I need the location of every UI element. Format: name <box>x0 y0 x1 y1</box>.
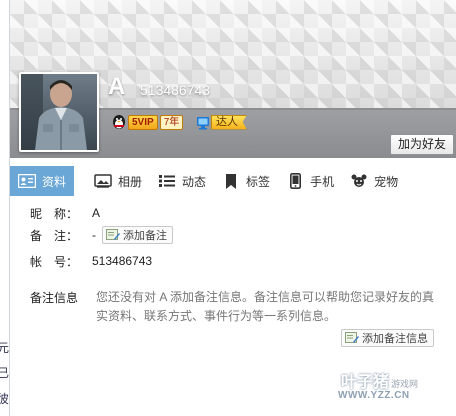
tab-feed[interactable]: 动态 <box>150 166 214 196</box>
bookmark-tag-icon <box>222 173 240 189</box>
tab-spacer <box>74 166 86 196</box>
profile-nickname: A <box>108 73 126 100</box>
tab-label: 宠物 <box>374 174 399 189</box>
vip-badge[interactable]: 5VIP 7年 <box>112 113 184 131</box>
vip-level-label: 5VIP <box>128 114 158 130</box>
remark-info-title: 备注信息 <box>30 291 79 305</box>
account-label: 帐 号： <box>30 254 79 269</box>
qq-penguin-icon <box>112 114 126 130</box>
tab-photo-album[interactable]: 相册 <box>86 166 150 196</box>
vip-years: 7年 <box>159 114 184 130</box>
watermark-brand: 叶子猪 <box>341 374 390 391</box>
remark-row: 备 注： - 添加备注 <box>30 224 173 246</box>
daren-label: 达人 <box>211 114 247 130</box>
nickname-value: A <box>92 206 101 220</box>
avatar[interactable] <box>19 72 99 152</box>
profile-tabs: 资料 相册 动态 标签 手机 宠物 <box>10 166 456 196</box>
watermark-sub: 游戏网 <box>391 379 419 389</box>
tab-label: 标签 <box>246 174 271 189</box>
feed-list-icon <box>158 173 176 189</box>
edit-note-icon <box>345 332 359 344</box>
nickname-label: 昵 称： <box>30 206 79 221</box>
watermark-url: WWW.YZZ.CN <box>338 390 410 401</box>
remark-info-section: 备注信息 您还没有对 A 添加备注信息。备注信息可以帮助您记录好友的真实资料、联… <box>30 288 450 326</box>
account-row: 帐 号： 513486743 <box>30 250 152 272</box>
site-watermark: 叶子猪 游戏网 <box>341 368 418 392</box>
daren-badge[interactable]: 达人 <box>196 113 247 131</box>
tab-tags[interactable]: 标签 <box>214 166 278 196</box>
tab-label: 资料 <box>42 174 67 189</box>
profile-qq-number: 513486743 <box>140 82 211 98</box>
nickname-row: 昵 称： A <box>30 202 100 224</box>
remark-value: - <box>92 228 96 242</box>
account-value: 513486743 <box>92 254 153 268</box>
tab-pet[interactable]: 宠物 <box>342 166 406 196</box>
remark-info-description: 您还没有对 A 添加备注信息。备注信息可以帮助您记录好友的真实资料、联系方式、事… <box>96 290 435 323</box>
background-window-edge: 元 已 彼 <box>0 0 10 416</box>
vip-year-label: 年 <box>169 116 180 128</box>
profile-card: A 513486743 5VIP 7年 达人 加为好友 资料 相册 动态 标签 … <box>10 0 456 416</box>
pet-icon <box>350 173 368 189</box>
edit-note-icon <box>106 229 120 241</box>
add-remark-info-button[interactable]: 添加备注信息 <box>341 329 434 347</box>
mobile-phone-icon <box>286 173 304 189</box>
tab-profile-info[interactable]: 资料 <box>10 166 75 196</box>
tab-label: 相册 <box>118 174 143 189</box>
photo-album-icon <box>94 173 112 189</box>
id-card-icon <box>18 173 36 189</box>
add-remark-label: 添加备注 <box>123 230 167 242</box>
avatar-photo <box>21 74 97 150</box>
add-friend-button[interactable]: 加为好友 <box>390 134 454 155</box>
remark-label: 备 注： <box>30 228 79 243</box>
add-remark-info-label: 添加备注信息 <box>362 333 428 345</box>
monitor-icon <box>196 114 210 130</box>
add-remark-button[interactable]: 添加备注 <box>102 226 173 244</box>
tab-mobile[interactable]: 手机 <box>278 166 342 196</box>
tab-label: 手机 <box>310 174 335 189</box>
tab-label: 动态 <box>182 174 207 189</box>
